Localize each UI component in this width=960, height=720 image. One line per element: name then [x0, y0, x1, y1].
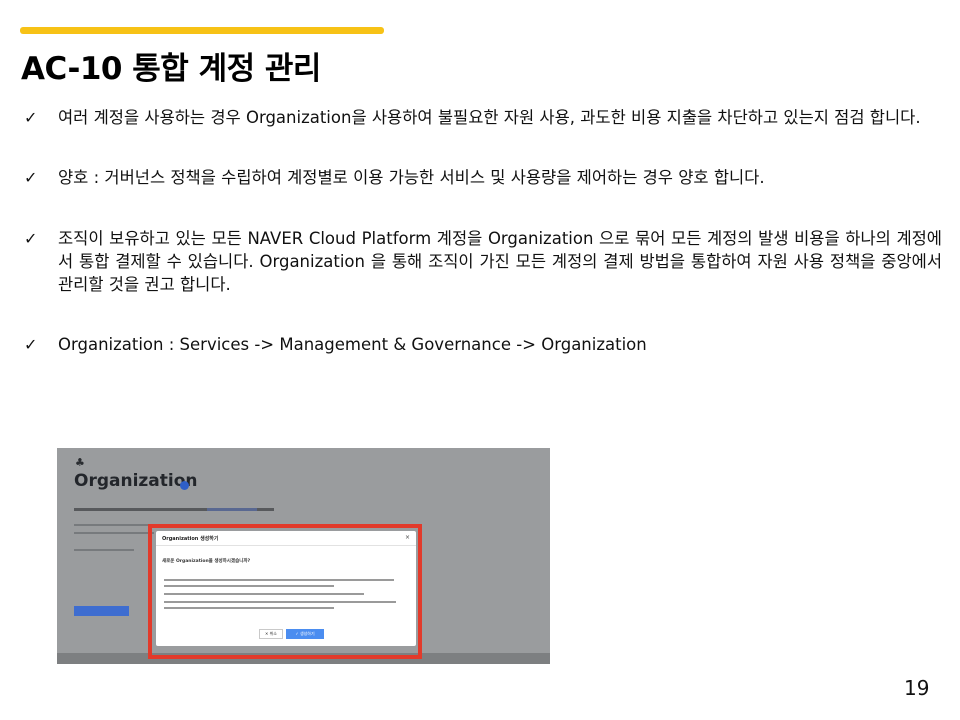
bullet-item: ✓ 양호 : 거버넌스 정책을 수립하여 계정별로 이용 가능한 서비스 및 사…: [24, 166, 942, 189]
create-organization-button: [74, 606, 129, 616]
console-link-line: [207, 508, 257, 511]
console-steps-line: [74, 549, 134, 551]
bullet-text: 양호 : 거버넌스 정책을 수립하여 계정별로 이용 가능한 서비스 및 사용량…: [58, 168, 765, 187]
dialog-text-line: [164, 593, 364, 595]
console-text-line: [74, 532, 154, 534]
bullet-text: 여러 계정을 사용하는 경우 Organization을 사용하여 불필요한 자…: [58, 108, 921, 127]
page-number: 19: [904, 676, 930, 700]
dialog-divider: [156, 545, 416, 546]
bullet-item: ✓ Organization : Services -> Management …: [24, 333, 942, 356]
create-button: ✓ 생성하기: [286, 629, 324, 639]
cancel-button: ✕ 취소: [259, 629, 283, 639]
bullet-item: ✓ 여러 계정을 사용하는 경우 Organization을 사용하여 불필요한…: [24, 106, 942, 129]
bullet-item: ✓ 조직이 보유하고 있는 모든 NAVER Cloud Platform 계정…: [24, 227, 942, 296]
info-icon: [180, 481, 189, 490]
slide-title: AC-10 통합 계정 관리: [21, 51, 321, 87]
create-organization-dialog: Organization 생성하기 × 새로운 Organization을 생성…: [156, 531, 416, 646]
console-page-title: Organization: [74, 471, 198, 491]
dialog-title: Organization 생성하기: [162, 536, 219, 542]
check-icon: ✓: [24, 168, 38, 187]
dialog-text-line: [164, 585, 334, 587]
dialog-text-line: [164, 601, 396, 603]
check-icon: ✓: [24, 229, 38, 248]
bullet-text: Organization : Services -> Management & …: [58, 335, 647, 354]
organization-icon: ♣: [75, 456, 85, 469]
check-icon: ✓: [24, 335, 38, 354]
bullet-text: 조직이 보유하고 있는 모든 NAVER Cloud Platform 계정을 …: [58, 229, 942, 294]
console-text-line: [74, 524, 154, 526]
title-accent-bar: [20, 27, 384, 34]
close-icon: ×: [404, 534, 410, 541]
dialog-text-line: [164, 607, 334, 609]
dialog-question: 새로운 Organization을 생성하시겠습니까?: [162, 559, 251, 564]
bullet-list: ✓ 여러 계정을 사용하는 경우 Organization을 사용하여 불필요한…: [24, 106, 942, 356]
check-icon: ✓: [24, 108, 38, 127]
organization-console-screenshot: ♣ Organization Organization 생성하기 × 새로운 O…: [57, 448, 550, 664]
dialog-text-line: [164, 579, 394, 581]
